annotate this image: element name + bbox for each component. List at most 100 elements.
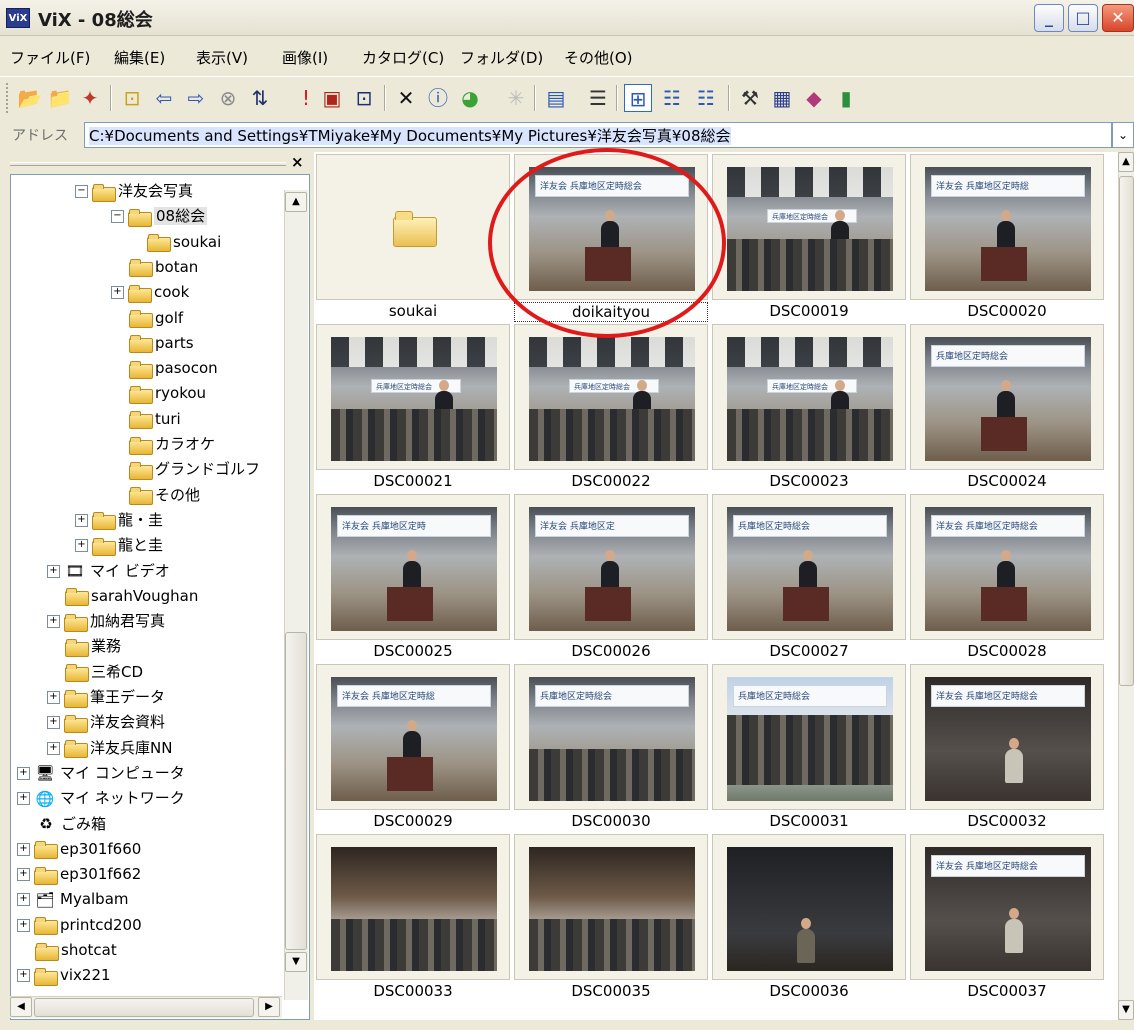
thumbnail-grid[interactable]: soukai 洋友会 兵庫地区定時総会 doikaityou 兵庫地区定時総会 DSC0… (314, 152, 1118, 1020)
collapse-icon[interactable]: − (111, 210, 124, 224)
menu-other[interactable]: その他(O) (564, 47, 633, 68)
details-icon[interactable]: ☷ (658, 84, 686, 112)
tree-node[interactable]: golf (129, 306, 183, 331)
vix-icon[interactable]: ▦ (768, 84, 796, 112)
collapse-icon[interactable]: − (75, 185, 88, 198)
tree-node[interactable]: ♻ ごみ箱 (35, 812, 106, 837)
expand-icon[interactable]: + (47, 615, 60, 629)
thumbnail-item[interactable]: DSC00036 (712, 834, 906, 1004)
tree-node[interactable]: + ep301f660 (17, 837, 141, 862)
tree-node[interactable]: 三希CD (65, 660, 143, 685)
large-thumbs-icon[interactable]: ⊞ (624, 84, 652, 112)
menu-view[interactable]: 表示(V) (196, 47, 248, 68)
thumbnail-frame[interactable]: 兵庫地区定時総会 (514, 324, 708, 470)
menu-folder[interactable]: フォルダ(D) (460, 47, 543, 68)
menu-catalog[interactable]: カタログ(C) (362, 47, 444, 68)
explorer-icon[interactable]: ✦ (76, 84, 104, 112)
tree-node[interactable]: グランドゴルフ (129, 457, 260, 482)
slideshow-icon[interactable]: ▣ (318, 84, 346, 112)
thumbnail-item[interactable]: 洋友会 兵庫地区定時総会 DSC00032 (910, 664, 1104, 834)
toolbar-grip[interactable] (6, 83, 9, 113)
folder-tree[interactable]: − 洋友会写真 − 08総会 soukai botan + cook golf parts paso… (10, 174, 310, 1020)
expand-icon[interactable]: + (17, 766, 30, 780)
tree-node[interactable]: parts (129, 331, 194, 356)
tree-hscroll-thumb[interactable] (34, 998, 254, 1017)
grid-scroll-up-icon[interactable]: ▲ (1118, 152, 1134, 172)
thumbnail-frame[interactable]: 洋友会 兵庫地区定時総会 (910, 494, 1104, 640)
tree-node[interactable]: botan (129, 255, 198, 280)
tree-node[interactable]: + 洋友会資料 (47, 710, 165, 735)
thumbnail-item[interactable]: 洋友会 兵庫地区定時 DSC00025 (316, 494, 510, 664)
properties-icon[interactable]: ⓘ (424, 84, 452, 112)
thumbnail-item[interactable]: 兵庫地区定時総会 DSC00024 (910, 324, 1104, 494)
address-dropdown-icon[interactable]: ⌄ (1112, 122, 1134, 148)
thumbnail-frame[interactable]: 兵庫地区定時総会 (910, 324, 1104, 470)
thumbnail-item[interactable]: 兵庫地区定時総会 DSC00031 (712, 664, 906, 834)
small-thumbs-icon[interactable]: ☷ (692, 84, 720, 112)
tree-node[interactable]: − 洋友会写真 (75, 179, 193, 204)
open-folder-icon[interactable]: 📂 (16, 84, 44, 112)
exit-icon[interactable]: ▮ (832, 84, 860, 112)
thumbnail-item[interactable]: 兵庫地区定時総会 DSC00021 (316, 324, 510, 494)
expand-icon[interactable]: + (17, 868, 30, 882)
thumbnail-frame[interactable]: 洋友会 兵庫地区定時総会 (910, 664, 1104, 810)
thumbnail-item[interactable]: 洋友会 兵庫地区定時総会 DSC00037 (910, 834, 1104, 1004)
expand-icon[interactable]: + (17, 842, 30, 856)
expand-icon[interactable]: + (75, 513, 88, 527)
thumbnail-frame[interactable] (514, 834, 708, 980)
expand-icon[interactable]: + (47, 741, 60, 755)
thumbnail-frame[interactable]: 兵庫地区定時総会 (712, 154, 906, 300)
expand-icon[interactable]: + (47, 691, 60, 704)
tree-scroll-right-icon[interactable]: ▶ (258, 997, 280, 1017)
tree-node[interactable]: + ep301f662 (17, 862, 141, 887)
tree-node[interactable]: カラオケ (129, 432, 215, 457)
color-icon[interactable]: ◕ (456, 84, 484, 112)
tree-node[interactable]: + 龍と圭 (75, 533, 163, 558)
tree-node[interactable]: + 🗂 Myalbam (17, 887, 129, 912)
list-icon[interactable]: ☰ (584, 84, 612, 112)
thumbnail-item[interactable]: 兵庫地区定時総会 DSC00027 (712, 494, 906, 664)
address-input[interactable]: C:¥Documents and Settings¥TMiyake¥My Doc… (84, 122, 1112, 148)
vix-app-icon[interactable]: ViX (6, 8, 30, 28)
tree-scroll-thumb[interactable] (285, 632, 307, 950)
thumbnail-item[interactable]: 兵庫地区定時総会 DSC00022 (514, 324, 708, 494)
info-icon[interactable]: ⊡ (350, 84, 378, 112)
thumbnail-item[interactable]: 洋友会 兵庫地区定 DSC00026 (514, 494, 708, 664)
forward-icon[interactable]: ⇨ (182, 84, 210, 112)
tree-node[interactable]: その他 (129, 483, 200, 508)
thumbnail-item[interactable]: soukai (316, 154, 510, 324)
thumbnail-frame[interactable]: 兵庫地区定時総会 (712, 324, 906, 470)
tree-node[interactable]: 業務 (65, 634, 121, 659)
tree-scroll-left-icon[interactable]: ◀ (10, 997, 32, 1017)
thumbnail-item[interactable]: 兵庫地区定時総会 DSC00030 (514, 664, 708, 834)
tree-node[interactable]: sarahVoughan (65, 584, 198, 609)
tree-node[interactable]: shotcat (35, 938, 117, 963)
stop-icon[interactable]: ⊗ (214, 84, 242, 112)
thumbnail-item[interactable]: 洋友会 兵庫地区定時総 DSC00020 (910, 154, 1104, 324)
menu-edit[interactable]: 編集(E) (114, 47, 165, 68)
thumbnail-frame[interactable]: 洋友会 兵庫地区定時総 (316, 664, 510, 810)
tree-scroll-up-icon[interactable]: ▲ (285, 192, 307, 212)
expand-icon[interactable]: + (111, 286, 124, 300)
view-icon[interactable]: ▤ (542, 84, 570, 112)
tree-node[interactable]: + 🎞 マイ ビデオ (47, 559, 170, 584)
expand-icon[interactable]: + (47, 716, 60, 730)
tree-node[interactable]: ryokou (129, 381, 206, 406)
thumbnail-frame[interactable] (316, 154, 510, 300)
grid-scroll-down-icon[interactable]: ▼ (1118, 1000, 1134, 1020)
expand-icon[interactable]: + (75, 539, 88, 553)
tree-node[interactable]: + 筆王データ (47, 685, 165, 710)
maximize-button[interactable]: □ (1068, 4, 1098, 32)
expand-icon[interactable]: + (17, 792, 30, 806)
thumbnail-frame[interactable]: 兵庫地区定時総会 (514, 664, 708, 810)
thumbnail-item[interactable]: 洋友会 兵庫地区定時総 DSC00029 (316, 664, 510, 834)
tree-node[interactable]: + cook (111, 280, 189, 305)
tree-scroll-down-icon[interactable]: ▼ (285, 952, 307, 972)
tree-node[interactable]: + 🖥 マイ コンピュータ (17, 761, 185, 786)
menu-image[interactable]: 画像(I) (282, 47, 328, 68)
thumbnail-frame[interactable] (316, 834, 510, 980)
tree-node[interactable]: + printcd200 (17, 913, 142, 938)
thumbnail-item[interactable]: 洋友会 兵庫地区定時総会 doikaityou (514, 154, 708, 324)
tree-node[interactable]: soukai (147, 230, 221, 255)
delete-icon[interactable]: ✕ (392, 84, 420, 112)
